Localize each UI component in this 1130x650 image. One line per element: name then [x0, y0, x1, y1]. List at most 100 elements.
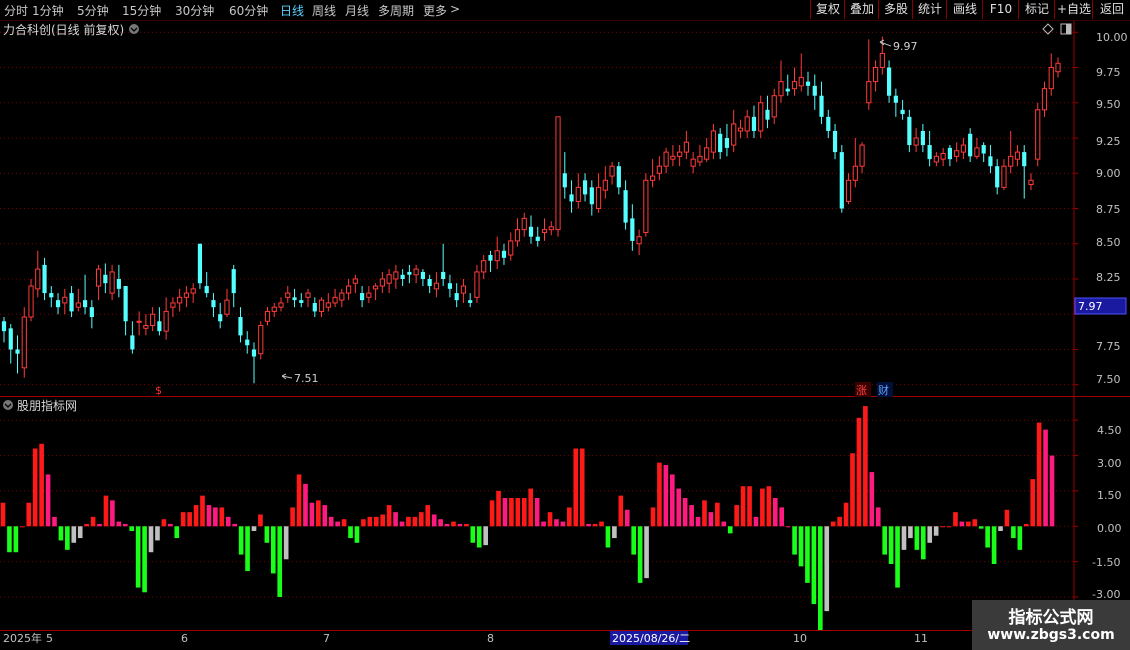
candle-body-down	[69, 293, 74, 312]
candle-body-down	[427, 278, 432, 287]
candle-body-up	[771, 95, 777, 118]
histogram-bar	[65, 526, 70, 550]
candle-body-down	[724, 138, 730, 148]
zhang-marker[interactable]: 涨	[856, 384, 867, 397]
histogram-bar	[528, 488, 534, 527]
candle-body-down	[218, 314, 223, 322]
histogram-bar	[676, 488, 682, 527]
histogram-bar	[71, 526, 77, 543]
candle-body-up	[690, 158, 696, 167]
dividend-marker[interactable]: $	[155, 384, 162, 397]
histogram-bar	[206, 505, 212, 527]
histogram-bar	[830, 521, 836, 527]
watermark: 指标公式网 www.zbgs3.com	[972, 600, 1130, 650]
price-candles	[1, 36, 1061, 384]
histogram-bar	[264, 526, 270, 543]
histogram-bar	[805, 526, 810, 583]
candle-body-up	[28, 285, 34, 318]
candle-body-down	[981, 145, 986, 154]
histogram-bar	[689, 505, 694, 527]
candle-body-up	[650, 175, 656, 181]
candle-body-down	[718, 133, 723, 153]
date-label: 7	[323, 632, 330, 645]
panel-toggle-icon[interactable]	[1060, 23, 1072, 35]
cai-marker[interactable]: 财	[878, 383, 889, 397]
histogram-bar	[785, 526, 791, 528]
histogram-bar	[541, 521, 546, 527]
candle-body-up	[177, 296, 183, 304]
histogram-bar	[843, 502, 849, 527]
histogram-bar	[579, 448, 585, 527]
candle-body-up	[798, 76, 804, 87]
histogram-bar	[155, 526, 160, 541]
candle-body-down	[1022, 152, 1027, 167]
histogram-bar	[277, 526, 283, 597]
histogram-bar	[895, 526, 900, 588]
histogram-bar	[978, 526, 984, 529]
histogram-bar	[644, 526, 649, 579]
candle-body-up	[879, 52, 885, 69]
histogram-bar	[412, 516, 418, 527]
histogram-bar	[940, 526, 945, 528]
candle-body-up	[508, 240, 514, 256]
histogram-bar	[946, 526, 952, 528]
histogram-bar	[734, 505, 739, 527]
candle-body-down	[947, 147, 952, 160]
histogram-bar	[431, 514, 437, 527]
histogram-bar	[779, 507, 785, 527]
histogram-bar	[863, 406, 868, 527]
candle-body-up	[325, 302, 331, 308]
candle-body-up	[1055, 62, 1061, 73]
histogram-bar	[882, 526, 887, 555]
candle-body-up	[866, 81, 872, 104]
candle-body-up	[791, 81, 798, 90]
candle-body-up	[602, 179, 608, 191]
histogram-bar	[702, 500, 707, 527]
histogram-bar	[972, 519, 978, 527]
grid	[0, 21, 1130, 631]
histogram-bar	[296, 474, 302, 527]
histogram-bar	[84, 523, 89, 527]
title-menu-icon[interactable]	[129, 24, 139, 34]
histogram-bar	[605, 526, 611, 548]
candle-body-up	[744, 116, 750, 132]
price-tick: 7.75	[1096, 340, 1121, 353]
candle-body-up	[933, 155, 939, 163]
indicator-menu-icon[interactable]	[3, 400, 13, 410]
candle-body-down	[968, 133, 973, 157]
histogram-bar	[251, 526, 257, 531]
low-annotation: 7.51	[281, 372, 319, 385]
candle-body-up	[264, 310, 271, 322]
candle-body-up	[136, 320, 142, 323]
histogram-bar	[991, 526, 997, 564]
candle-body-up	[170, 302, 176, 308]
histogram-bar	[373, 516, 379, 527]
price-tick: 8.50	[1096, 236, 1121, 249]
histogram-bar	[444, 523, 450, 527]
date-label: 5	[46, 632, 53, 645]
candle-body-up	[21, 316, 27, 369]
histogram-bar	[901, 526, 907, 550]
histogram-bar	[476, 526, 482, 548]
histogram-bar	[52, 516, 57, 527]
date-label: 6	[181, 632, 188, 645]
candle-body-up	[548, 226, 554, 231]
histogram-bar	[232, 523, 237, 527]
candle-body-up	[150, 313, 156, 327]
candle-body-down	[238, 317, 243, 336]
indicator-tick: 1.50	[1097, 489, 1122, 502]
candle-body-down	[123, 286, 128, 322]
candle-body-up	[271, 306, 277, 312]
histogram-bar	[708, 512, 714, 527]
candle-body-down	[488, 255, 493, 261]
date-label: 10	[793, 632, 807, 645]
chart-canvas[interactable]: 力合科创(日线 前复权) 10.00 9.75 9.50 9.25 9.00 8…	[0, 0, 1130, 650]
histogram-bar	[135, 526, 141, 588]
candle-body-up	[575, 186, 581, 202]
histogram-bar	[1017, 526, 1023, 550]
candle-body-up	[339, 292, 345, 301]
histogram-bar	[1043, 429, 1048, 527]
candle-body-down	[292, 297, 297, 301]
histogram-bar	[1023, 523, 1029, 527]
histogram-bar	[985, 526, 990, 548]
